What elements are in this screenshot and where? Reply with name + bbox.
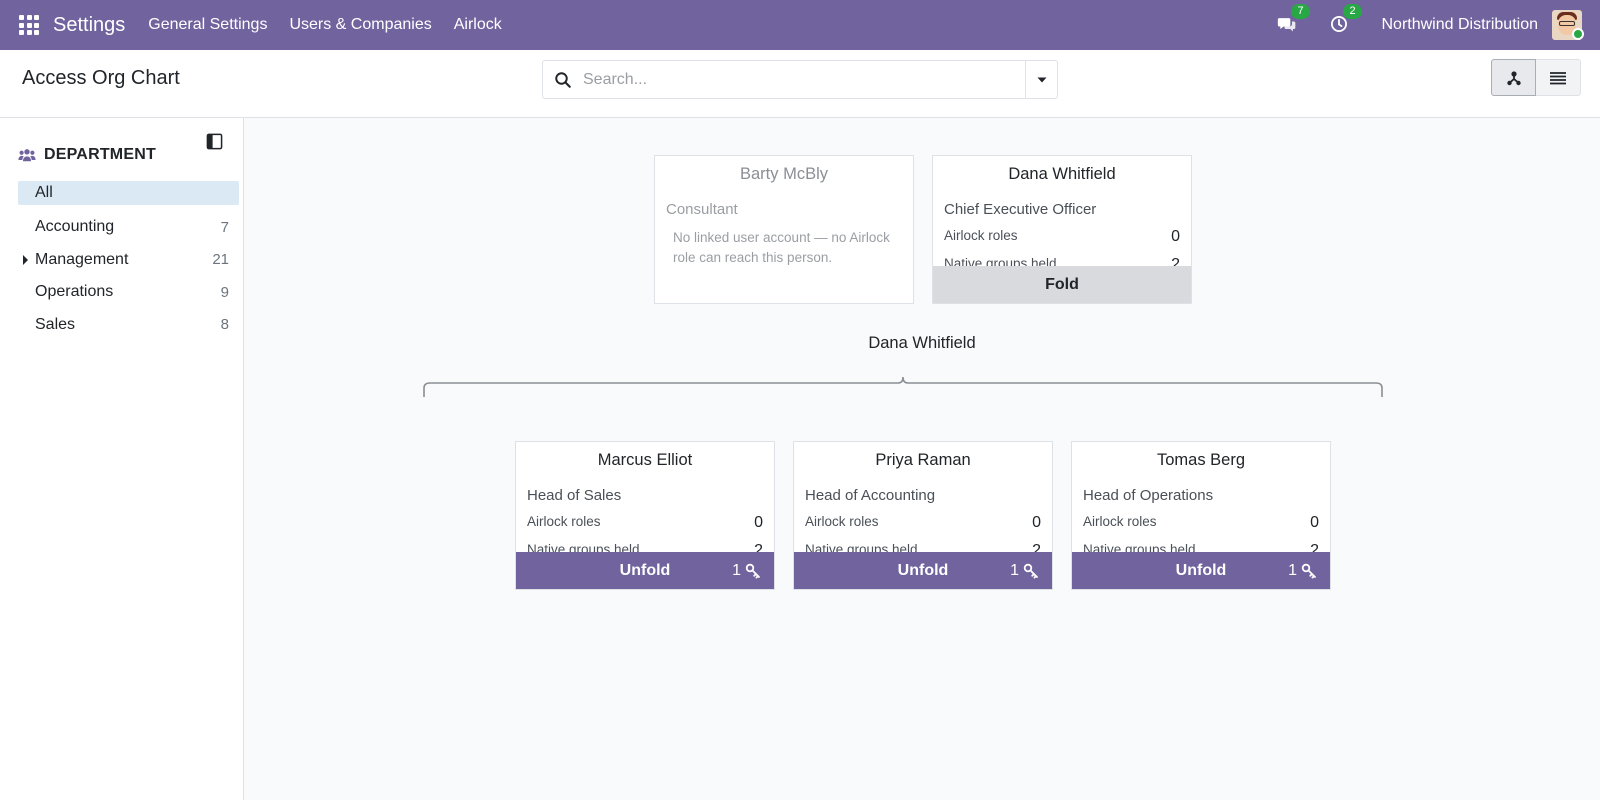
employee-job-title: Head of Accounting: [805, 487, 936, 504]
airlock-roles-row: Airlock roles 0: [527, 514, 763, 532]
department-item-accounting[interactable]: Accounting 7: [18, 211, 239, 244]
key-count-value: 1: [1288, 561, 1297, 579]
unfold-button[interactable]: Unfold 1: [516, 552, 774, 589]
page-title: Access Org Chart: [22, 67, 180, 89]
department-label: All: [35, 184, 53, 201]
messages-button[interactable]: 7: [1277, 4, 1310, 36]
employee-name: Marcus Elliot: [597, 451, 693, 469]
top-navbar: Settings General Settings Users & Compan…: [0, 0, 1600, 50]
department-item-sales[interactable]: Sales 8: [18, 309, 239, 342]
search-icon[interactable]: [543, 61, 583, 98]
unfold-label: Unfold: [1175, 561, 1227, 579]
key-count: 1: [1010, 552, 1039, 589]
department-count: 9: [220, 283, 229, 301]
unfold-button[interactable]: Unfold 1: [1072, 552, 1330, 589]
activities-button[interactable]: 2: [1329, 4, 1362, 36]
airlock-roles-row: Airlock roles 0: [805, 514, 1041, 532]
messages-count-badge: 7: [1291, 4, 1310, 19]
org-chart-view-button[interactable]: [1491, 59, 1536, 96]
org-chart-area: Barty McBly Consultant No linked user ac…: [244, 118, 1600, 800]
key-icon: [745, 563, 760, 578]
key-count: 1: [1288, 552, 1317, 589]
key-icon: [1023, 563, 1038, 578]
key-count-value: 1: [1010, 561, 1019, 579]
airlock-roles-value: 0: [754, 514, 763, 531]
department-count: 8: [220, 316, 229, 334]
search-options-toggle[interactable]: [1025, 61, 1057, 98]
employee-job-title: Head of Operations: [1083, 487, 1214, 504]
unfold-label: Unfold: [897, 561, 949, 579]
view-switcher: [1491, 59, 1581, 96]
airlock-roles-label: Airlock roles: [805, 514, 879, 529]
department-count: 7: [220, 218, 229, 236]
sidebar-collapse-icon[interactable]: [206, 133, 224, 151]
employee-name: Priya Raman: [875, 451, 971, 469]
airlock-roles-row: Airlock roles 0: [1083, 514, 1319, 532]
key-count-value: 1: [732, 561, 741, 579]
key-count: 1: [732, 552, 761, 589]
department-filter-header: DEPARTMENT: [18, 146, 156, 164]
users-group-icon: [18, 149, 36, 162]
caret-down-icon: [1037, 77, 1046, 82]
hierarchy-icon: [1506, 70, 1521, 85]
employee-card-priya-raman[interactable]: Priya Raman Head of Accounting Airlock r…: [793, 441, 1053, 590]
department-label: Sales: [35, 315, 76, 333]
caret-right-icon[interactable]: [23, 254, 28, 265]
employee-card-marcus-elliot[interactable]: Marcus Elliot Head of Sales Airlock role…: [515, 441, 775, 590]
unfold-label: Unfold: [619, 561, 671, 579]
airlock-roles-label: Airlock roles: [1083, 514, 1157, 529]
list-icon: [1550, 71, 1566, 84]
department-label: Management: [35, 250, 129, 268]
apps-menu-icon[interactable]: [19, 15, 39, 35]
key-icon: [1301, 563, 1316, 578]
department-label: Accounting: [35, 218, 115, 236]
department-count: 21: [212, 251, 229, 269]
airlock-roles-value: 0: [1310, 514, 1319, 531]
department-label: Operations: [35, 283, 114, 301]
menu-airlock[interactable]: Airlock: [454, 16, 502, 34]
search-panel-sidebar: DEPARTMENT All Accounting 7 Management 2…: [0, 118, 244, 800]
hierarchy-connector: [423, 376, 1383, 397]
airlock-roles-label: Airlock roles: [527, 514, 601, 529]
control-panel: Access Org Chart: [0, 50, 1600, 118]
search-bar: [542, 60, 1058, 99]
app-brand[interactable]: Settings: [53, 14, 125, 37]
menu-general-settings[interactable]: General Settings: [148, 16, 267, 34]
activities-count-badge: 2: [1343, 4, 1362, 19]
online-status-dot: [1572, 28, 1584, 40]
airlock-roles-value: 0: [1032, 514, 1041, 531]
company-switcher[interactable]: Northwind Distribution: [1381, 16, 1538, 34]
search-input[interactable]: [583, 61, 1025, 98]
department-item-management[interactable]: Management 21: [18, 244, 239, 277]
menu-users-companies[interactable]: Users & Companies: [289, 16, 431, 34]
employee-name: Tomas Berg: [1156, 451, 1246, 469]
list-view-button[interactable]: [1536, 59, 1581, 96]
department-item-operations[interactable]: Operations 9: [18, 276, 239, 309]
employee-card-tomas-berg[interactable]: Tomas Berg Head of Operations Airlock ro…: [1071, 441, 1331, 590]
unfold-button[interactable]: Unfold 1: [794, 552, 1052, 589]
department-item-all[interactable]: All: [18, 181, 239, 205]
department-header-label: DEPARTMENT: [44, 146, 156, 163]
employee-job-title: Head of Sales: [527, 487, 622, 504]
department-list: All Accounting 7 Management 21 Operation…: [18, 181, 239, 341]
